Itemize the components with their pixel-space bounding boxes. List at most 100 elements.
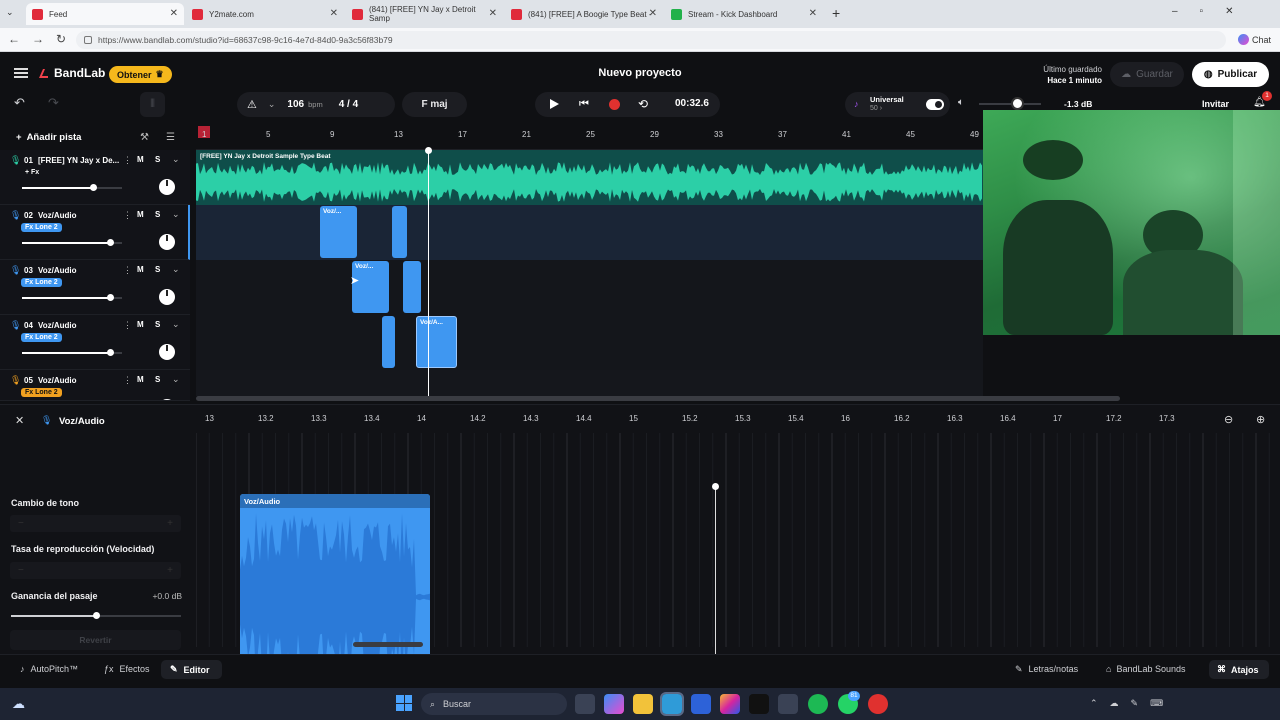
clip-t4-b-selected[interactable]: Voz/A... bbox=[416, 316, 457, 368]
bandlab-sounds-button[interactable]: ⌂ BandLab Sounds bbox=[1106, 664, 1186, 674]
master-volume-slider[interactable] bbox=[979, 97, 1041, 110]
solo-button[interactable]: S bbox=[155, 320, 160, 329]
task-view-icon[interactable] bbox=[575, 694, 595, 714]
track-more-icon[interactable]: ⋮ bbox=[123, 155, 132, 166]
volume-icon[interactable]: 🔈︎ bbox=[958, 97, 964, 108]
editor-playhead-handle[interactable] bbox=[712, 483, 719, 490]
editor-scrollbar[interactable] bbox=[353, 642, 423, 647]
track-fx-badge[interactable]: + Fx bbox=[21, 168, 44, 177]
track-header[interactable]: 🎙︎ 04 Voz/Audio ⋮ M S ⌄ Fx Lone 2 bbox=[0, 315, 190, 370]
url-field[interactable]: https://www.bandlab.com/studio?id=68637c… bbox=[76, 31, 1226, 49]
track-volume-slider[interactable] bbox=[22, 349, 122, 356]
mute-button[interactable]: M bbox=[137, 375, 144, 384]
track-pan-knob[interactable] bbox=[159, 289, 175, 305]
copilot-taskbar-icon[interactable] bbox=[604, 694, 624, 714]
track-header[interactable]: 🎙︎ 02 Voz/Audio ⋮ M S ⌄ Fx Lone 2 bbox=[0, 205, 190, 260]
solo-button[interactable]: S bbox=[155, 210, 160, 219]
autopitch-button[interactable]: ♪ AutoPitch™ bbox=[20, 664, 78, 674]
clip-t3-a[interactable]: Voz/... bbox=[352, 261, 389, 313]
obtener-button[interactable]: Obtener ♛ bbox=[109, 66, 172, 83]
shortcuts-button[interactable]: ⌘ Atajos bbox=[1209, 660, 1269, 679]
clip-t2-b[interactable] bbox=[392, 206, 407, 258]
close-tab-icon[interactable]: ✕ bbox=[170, 8, 178, 19]
lane-04[interactable] bbox=[196, 315, 983, 370]
key-selector[interactable]: F maj bbox=[402, 92, 467, 117]
track-header[interactable]: 🎙︎ 03 Voz/Audio ⋮ M S ⌄ Fx Lone 2 bbox=[0, 260, 190, 315]
instagram-icon[interactable] bbox=[720, 694, 740, 714]
mute-button[interactable]: M bbox=[137, 210, 144, 219]
track-more-icon[interactable]: ⋮ bbox=[123, 320, 132, 331]
spotify-icon[interactable] bbox=[808, 694, 828, 714]
wand-icon[interactable]: ⚒ bbox=[140, 132, 149, 143]
browser-tab[interactable]: Feed ✕ bbox=[26, 3, 184, 25]
close-tab-icon[interactable]: ✕ bbox=[489, 8, 497, 19]
revert-button[interactable]: Revertir bbox=[10, 630, 181, 650]
track-volume-thumb[interactable] bbox=[107, 349, 114, 356]
taskbar-search[interactable]: ⌕ Buscar bbox=[421, 693, 567, 715]
effects-button[interactable]: ƒx Efectos bbox=[104, 664, 150, 674]
tab-list-chevron-icon[interactable]: ⌄ bbox=[6, 7, 14, 18]
edge-icon[interactable] bbox=[660, 692, 684, 716]
close-tab-icon[interactable]: ✕ bbox=[330, 8, 338, 19]
mixer-icon[interactable]: ⦀ bbox=[140, 92, 165, 117]
tiktok-icon[interactable] bbox=[749, 694, 769, 714]
playhead-handle[interactable] bbox=[425, 147, 432, 154]
back-icon[interactable]: ← bbox=[8, 32, 20, 46]
publish-button[interactable]: ◍ Publicar bbox=[1192, 62, 1269, 87]
app-icon[interactable] bbox=[778, 694, 798, 714]
volume-knob[interactable] bbox=[1011, 97, 1024, 110]
mute-button[interactable]: M bbox=[137, 265, 144, 274]
track-volume-slider[interactable] bbox=[22, 184, 122, 191]
browser-tab[interactable]: (841) [FREE] YN Jay x Detroit Samp ✕ bbox=[346, 3, 503, 25]
track-pan-knob[interactable] bbox=[159, 344, 175, 360]
bandlab-logo[interactable]: BandLab bbox=[37, 66, 105, 80]
track-pan-knob[interactable] bbox=[159, 179, 175, 195]
undo-icon[interactable]: ↶ bbox=[14, 95, 25, 111]
track-volume-thumb[interactable] bbox=[107, 294, 114, 301]
preset-panel[interactable]: ♪ Universal 50 › bbox=[845, 92, 950, 117]
timeline-scrollbar[interactable] bbox=[196, 396, 1120, 401]
rate-stepper[interactable]: − + bbox=[10, 562, 181, 579]
track-expand-chevron-icon[interactable]: ⌄ bbox=[172, 319, 180, 330]
file-explorer-icon[interactable] bbox=[633, 694, 653, 714]
project-title[interactable]: Nuevo proyecto bbox=[540, 67, 740, 79]
editor-ruler[interactable]: 13 13.2 13.3 13.4 14 14.2 14.3 14.4 15 15.2 15.3 15… bbox=[196, 405, 1216, 433]
tempo-panel[interactable]: ⚠ ⌄ 106 bpm 4 / 4 bbox=[237, 92, 395, 117]
solo-button[interactable]: S bbox=[155, 265, 160, 274]
close-tab-icon[interactable]: ✕ bbox=[649, 8, 657, 19]
window-controls[interactable]: –▫✕ bbox=[1172, 6, 1256, 17]
track-volume-thumb[interactable] bbox=[107, 239, 114, 246]
timeline-ruler[interactable]: 1 5 9 13 17 21 25 29 33 37 41 45 49 bbox=[196, 126, 983, 150]
site-info-icon[interactable] bbox=[84, 36, 92, 44]
mute-button[interactable]: M bbox=[137, 320, 144, 329]
preset-toggle[interactable] bbox=[926, 99, 944, 110]
browser-tab[interactable]: Stream - Kick Dashboard ✕ bbox=[665, 3, 823, 25]
track-volume-thumb[interactable] bbox=[90, 184, 97, 191]
track-pan-knob[interactable] bbox=[159, 399, 175, 400]
menu-icon[interactable] bbox=[14, 68, 28, 78]
zoom-out-icon[interactable]: ⊖ bbox=[1224, 413, 1233, 426]
windows-start-icon[interactable] bbox=[396, 695, 412, 711]
track-expand-chevron-icon[interactable]: ⌄ bbox=[172, 154, 180, 165]
track-settings-icon[interactable]: ☰ bbox=[166, 132, 175, 143]
track-expand-chevron-icon[interactable]: ⌄ bbox=[172, 209, 180, 220]
skip-back-icon[interactable]: ⏮ bbox=[579, 99, 589, 110]
track-header[interactable]: 🎙︎ 05 Voz/Audio ⋮ M S ⌄ Fx Lone 2 bbox=[0, 370, 190, 401]
track-fx-badge[interactable]: Fx Lone 2 bbox=[21, 333, 62, 342]
clip-t3-b[interactable] bbox=[403, 261, 421, 313]
record-icon[interactable] bbox=[609, 99, 620, 110]
playhead[interactable] bbox=[428, 150, 429, 396]
solo-button[interactable]: S bbox=[155, 375, 160, 384]
new-tab-button[interactable]: + bbox=[832, 5, 840, 21]
chevron-down-icon[interactable]: ⌄ bbox=[268, 99, 276, 110]
lyrics-button[interactable]: ✎ Letras/notas bbox=[1015, 664, 1078, 675]
forward-icon[interactable]: → bbox=[32, 32, 44, 46]
reload-icon[interactable]: ↻ bbox=[56, 32, 66, 46]
add-track-button[interactable]: + Añadir pista bbox=[16, 132, 81, 143]
track-volume-slider[interactable] bbox=[22, 239, 122, 246]
pitch-stepper[interactable]: − + bbox=[10, 515, 181, 532]
arrangement-area[interactable]: [FREE] YN Jay x Detroit Sample Type Beat… bbox=[196, 150, 983, 396]
browser-tab[interactable]: (841) [FREE] A Boogie Type Beat - ✕ bbox=[505, 3, 663, 25]
track-more-icon[interactable]: ⋮ bbox=[123, 375, 132, 386]
track-expand-chevron-icon[interactable]: ⌄ bbox=[172, 264, 180, 275]
